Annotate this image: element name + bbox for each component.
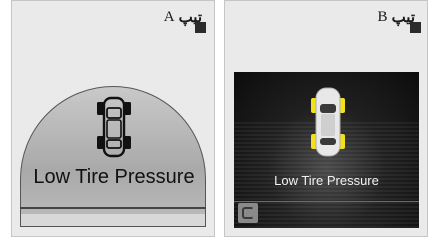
type-a-display-divider [20,207,206,209]
type-a-letter: A [163,8,175,25]
type-a-message: Low Tire Pressure [33,166,195,188]
type-b-message: Low Tire Pressure [274,173,379,188]
black-square-icon [195,22,206,33]
car-topview-icon [97,96,131,158]
car-topview-icon [311,87,345,157]
parking-icon [238,203,258,223]
type-b-letter: B [377,8,388,25]
black-square-icon [410,22,421,33]
type-b-display-divider [234,201,419,202]
type-a-display-base [20,214,206,227]
